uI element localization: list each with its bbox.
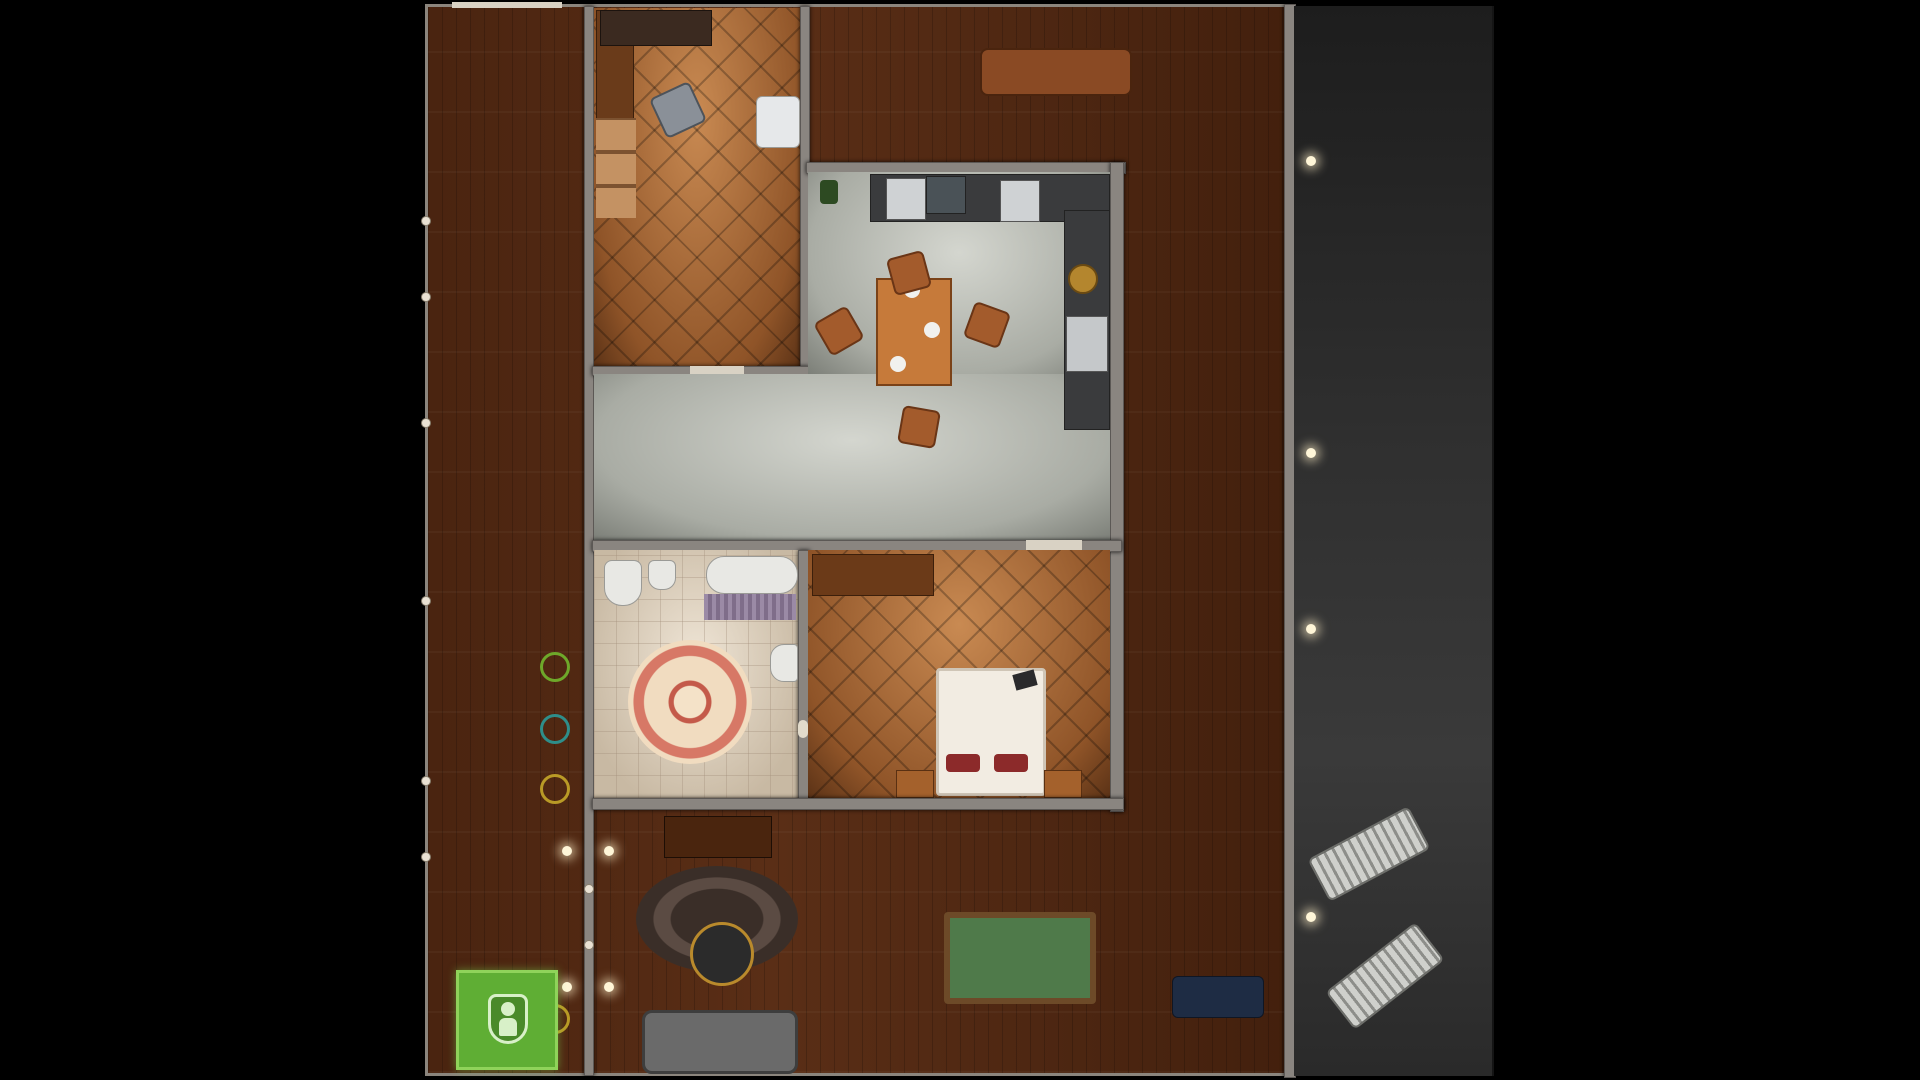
wall-pillar (421, 418, 431, 428)
wall-pillar (421, 776, 431, 786)
tv-cabinet (664, 816, 772, 858)
bench-cushion (1172, 976, 1264, 1018)
bathtub (706, 556, 798, 594)
fridge (926, 176, 966, 214)
bathroom-rug (628, 640, 752, 764)
study-door[interactable] (690, 366, 744, 374)
squad-marker-green[interactable] (540, 652, 570, 682)
bidet (648, 560, 676, 590)
pool-table (944, 912, 1096, 1004)
sofa (642, 1010, 798, 1074)
outdoor-deck (1294, 6, 1494, 1076)
middle-door[interactable] (1026, 540, 1082, 550)
wall-pillar (421, 216, 431, 226)
study-desk (600, 10, 712, 46)
person-body-icon (499, 1018, 517, 1036)
study-printer (756, 96, 800, 148)
plate-2 (924, 322, 940, 338)
deck-light (1306, 912, 1316, 922)
bedroom-dresser (812, 554, 934, 596)
potted-plant (820, 180, 838, 204)
wall-pillar (421, 292, 431, 302)
corridor-door-pillar[interactable] (584, 940, 594, 950)
bed (936, 668, 1046, 796)
toilet (604, 560, 642, 606)
deck-light (1306, 448, 1316, 458)
kitchen-sink (1066, 316, 1108, 372)
bath-mat (704, 594, 796, 620)
stove-right (1000, 180, 1040, 222)
inner-bottom-wall (592, 798, 1124, 810)
deck-light (1306, 624, 1316, 634)
shelf-top (980, 48, 1132, 96)
ceiling-light (562, 982, 572, 992)
kitchen-dining-room (594, 374, 1110, 540)
bathroom-sink (770, 644, 798, 682)
nightstand-left (896, 770, 934, 798)
ceiling-light (562, 846, 572, 856)
wall-pillar (421, 852, 431, 862)
bed-pillow-right (994, 754, 1028, 772)
dining-chair-bottom (896, 404, 942, 450)
kitchen-wall-right (1110, 162, 1124, 812)
study-stairs (596, 118, 636, 218)
nightstand-right (1044, 770, 1082, 798)
coffee-table (690, 922, 754, 986)
person-icon (501, 1002, 515, 1016)
ceiling-light (604, 846, 614, 856)
fruit-bowl (1068, 264, 1098, 294)
stove-left (886, 178, 926, 220)
plate-3 (890, 356, 906, 372)
deck-light (1306, 156, 1316, 166)
wall-pillar (421, 596, 431, 606)
bed-pillow-left (946, 754, 980, 772)
top-door[interactable] (452, 2, 562, 8)
squad-marker-yellow[interactable] (540, 774, 570, 804)
corridor-door-pillar[interactable] (584, 884, 594, 894)
ceiling-light (604, 982, 614, 992)
bathroom-door-pillar[interactable] (798, 720, 808, 738)
squad-marker-teal[interactable] (540, 714, 570, 744)
